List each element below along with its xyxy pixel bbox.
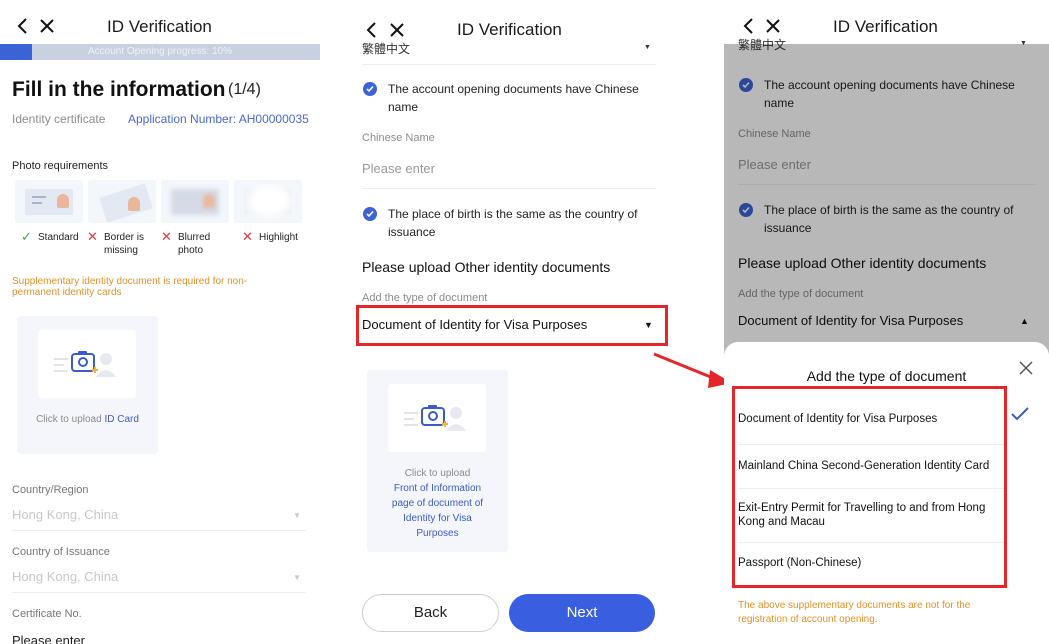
upload-caption: Click to upload ID Card <box>36 414 139 425</box>
back-button[interactable]: Back <box>362 594 499 632</box>
back-icon[interactable] <box>363 21 381 39</box>
chinese-name-check-label: The account opening documents have Chine… <box>388 82 639 114</box>
doc-type-select[interactable]: Document of Identity for Visa Purposes <box>362 317 587 332</box>
example-label-border: ✕ Border is missing <box>87 229 145 256</box>
certificate-no-input[interactable]: Please enter <box>12 633 85 644</box>
screen-document-type-sheet: ID Verification 繁體中文 ▼ The account openi… <box>724 0 1049 644</box>
cross-icon: ✕ <box>87 229 98 244</box>
checkmark-icon <box>1011 407 1029 421</box>
cross-icon: ✕ <box>242 229 253 244</box>
birthplace-checkbox[interactable] <box>363 207 377 221</box>
upload-caption: Click to upload Front of Information page… <box>391 468 484 539</box>
example-border-missing-image <box>88 180 156 223</box>
page-title: ID Verification <box>457 20 562 39</box>
supplementary-note: The above supplementary documents are no… <box>738 600 971 625</box>
option-mainland-id-card[interactable]: Mainland China Second-Generation Identit… <box>738 459 1004 473</box>
camera-upload-icon <box>404 405 466 431</box>
example-standard-image <box>15 180 83 223</box>
caret-down-icon: ▼ <box>293 511 301 520</box>
cross-icon: ✕ <box>161 229 172 244</box>
option-passport[interactable]: Passport (Non-Chinese) <box>738 556 1004 570</box>
close-icon[interactable] <box>1019 361 1033 375</box>
chinese-name-input[interactable]: Please enter <box>362 161 435 176</box>
certificate-no-label: Certificate No. <box>12 608 82 620</box>
option-visa-document[interactable]: Document of Identity for Visa Purposes <box>738 412 1004 426</box>
progress-bar: Account Opening progress: 10% <box>0 44 320 60</box>
identity-certificate-label: Identity certificate <box>12 112 106 126</box>
screen-upload-documents: ID Verification 繁體中文 ▼ The account openi… <box>345 0 670 644</box>
next-button[interactable]: Next <box>509 594 655 632</box>
example-blurred-image <box>161 180 229 223</box>
sheet-title: Add the type of document <box>806 368 967 384</box>
step-indicator: (1/4) <box>228 81 261 98</box>
upload-front-info-page[interactable]: Click to upload Front of Information page… <box>367 370 508 552</box>
back-icon[interactable] <box>14 17 32 35</box>
close-icon[interactable] <box>38 17 56 35</box>
check-icon: ✓ <box>21 229 32 244</box>
example-highlight-image <box>234 180 302 223</box>
doc-type-label: Add the type of document <box>362 292 488 304</box>
caret-down-icon: ▼ <box>293 573 301 582</box>
example-label-highlight: ✕ Highlight <box>242 229 298 244</box>
issuance-country-select[interactable]: Hong Kong, China <box>12 569 118 584</box>
chinese-name-checkbox[interactable] <box>363 82 377 96</box>
close-icon[interactable] <box>388 21 406 39</box>
camera-upload-icon <box>54 351 116 377</box>
application-number: Application Number: AH00000035 <box>128 112 309 126</box>
page-title: ID Verification <box>107 17 212 36</box>
issuance-country-label: Country of Issuance <box>12 546 110 558</box>
birthplace-check-label: The place of birth is the same as the co… <box>388 207 638 239</box>
upload-id-card[interactable]: Click to upload ID Card <box>17 316 158 454</box>
form-heading: Fill in the information <box>12 78 226 101</box>
progress-text: Account Opening progress: 10% <box>88 46 232 57</box>
page-title: ID Verification <box>833 17 938 36</box>
country-region-label: Country/Region <box>12 484 89 496</box>
overlay-backdrop[interactable] <box>724 44 1049 354</box>
screen-fill-information: ID Verification Account Opening progress… <box>0 0 320 644</box>
language-select[interactable]: 繁體中文 <box>362 40 410 57</box>
chinese-name-label: Chinese Name <box>362 132 435 144</box>
upload-section-title: Please upload Other identity documents <box>362 259 611 275</box>
caret-down-icon: ▼ <box>644 320 653 330</box>
close-icon[interactable] <box>764 17 782 35</box>
country-region-select[interactable]: Hong Kong, China <box>12 507 118 522</box>
example-label-blurred: ✕ Blurred photo <box>161 229 211 256</box>
photo-requirements-title: Photo requirements <box>12 160 108 172</box>
header: ID Verification <box>0 0 320 50</box>
option-exit-entry-permit[interactable]: Exit-Entry Permit for Travelling to and … <box>738 501 1004 529</box>
example-label-standard: ✓ Standard <box>21 229 79 244</box>
supplementary-warning: Supplementary identity document is requi… <box>12 276 248 298</box>
caret-down-icon: ▼ <box>644 44 651 51</box>
back-icon[interactable] <box>740 17 758 35</box>
